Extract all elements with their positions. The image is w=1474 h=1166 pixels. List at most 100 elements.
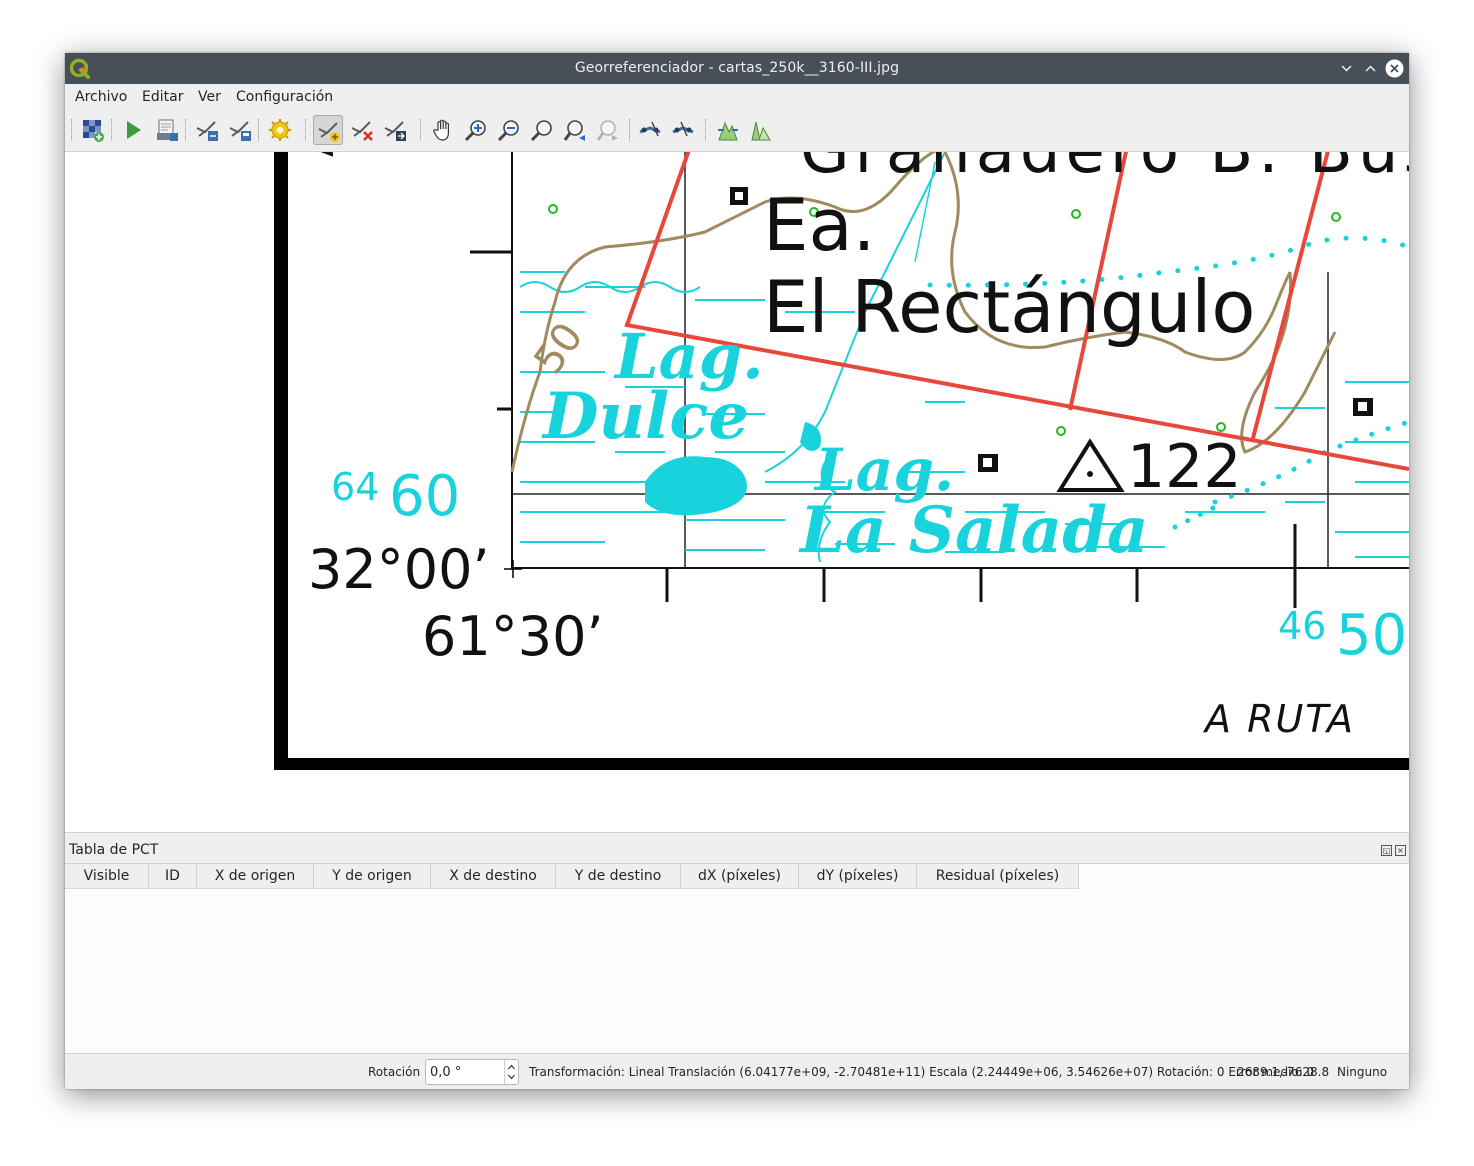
toolbar-separator [185, 119, 188, 141]
label-elevation: 122 [1127, 432, 1242, 502]
dotted-boundary-3 [1172, 504, 1218, 530]
gcp-table[interactable]: Visible ID X de origen Y de origen X de … [65, 863, 1409, 1053]
load-gcp-points-button[interactable] [192, 115, 222, 145]
transformation-settings-button[interactable] [265, 115, 295, 145]
pan-button[interactable] [428, 115, 458, 145]
title-bar: Georreferenciador - cartas_250k__3160-II… [65, 53, 1409, 84]
label-granadero: Granadero B. Bustos [800, 152, 1409, 188]
maximize-icon[interactable] [1361, 59, 1380, 78]
dock-close-icon[interactable]: × [1395, 845, 1406, 856]
toolbar [65, 111, 1409, 152]
move-gcp-point-icon [384, 121, 406, 141]
panel-splitter[interactable] [65, 832, 1409, 839]
col-dx[interactable]: dX (píxeles) [681, 864, 799, 889]
toolbar-separator [420, 119, 423, 141]
window-title: Georreferenciador - cartas_250k__3160-II… [574, 60, 900, 76]
start-georeferencing-button[interactable] [118, 115, 148, 145]
wavy-stream [519, 281, 701, 293]
col-x-destino[interactable]: X de destino [431, 864, 556, 889]
zoom-to-layer-icon [530, 120, 552, 142]
delete-point-icon [351, 121, 373, 141]
transform-info: Transformación: Lineal Translación (6.04… [529, 1065, 1315, 1079]
col-id[interactable]: ID [149, 864, 197, 889]
zoom-out-button[interactable] [494, 115, 524, 145]
start-georeferencing-icon [127, 121, 141, 139]
pan-icon [433, 119, 449, 141]
map-canvas[interactable]: Granadero B. Bustos Ea. El Rectángulo La… [65, 152, 1409, 832]
menu-archivo[interactable]: Archivo [71, 84, 131, 111]
spin-up-down-icon[interactable] [505, 1060, 518, 1084]
label-longitude: 61°30’ [422, 605, 604, 668]
col-y-destino[interactable]: Y de destino [556, 864, 681, 889]
col-visible[interactable]: Visible [65, 864, 149, 889]
close-icon[interactable] [1385, 59, 1404, 78]
menu-configuracion[interactable]: Configuración [232, 84, 337, 111]
rotation-spinbox[interactable]: 0,0 ° [425, 1059, 519, 1085]
add-point-button[interactable] [313, 115, 343, 145]
label-grid-right-big: 50 [1336, 603, 1407, 668]
local-histogram-stretch-button[interactable] [746, 115, 776, 145]
link-qgis-button[interactable] [668, 115, 698, 145]
toolbar-separator [705, 119, 708, 141]
status-bar: Rotación 0,0 ° Transformación: Lineal Tr… [65, 1053, 1409, 1089]
minimize-icon[interactable] [1337, 59, 1356, 78]
zoom-next-button[interactable] [593, 115, 623, 145]
link-georeferencer-icon [639, 121, 661, 137]
col-y-origen[interactable]: Y de origen [314, 864, 431, 889]
label-grid-left-big: 60 [389, 464, 460, 529]
label-rectangulo: El Rectángulo [763, 265, 1255, 349]
open-raster-icon [83, 120, 104, 142]
toolbar-handle[interactable] [71, 119, 74, 141]
open-raster-button[interactable] [78, 115, 108, 145]
label-latitude: 32°00’ [308, 538, 490, 601]
col-residual[interactable]: Residual (píxeles) [917, 864, 1079, 889]
georeferencer-window: Georreferenciador - cartas_250k__3160-II… [65, 53, 1409, 1089]
zoom-in-icon [464, 120, 486, 142]
zoom-in-button[interactable] [461, 115, 491, 145]
raster-map[interactable]: Granadero B. Bustos Ea. El Rectángulo La… [65, 152, 1409, 832]
menu-editar[interactable]: Editar [138, 84, 187, 111]
elevation-point [1087, 471, 1093, 477]
link-georeferencer-button[interactable] [635, 115, 665, 145]
toolbar-separator [258, 119, 261, 141]
label-la-salada: La Salada [798, 493, 1148, 568]
label-left-letter: A [297, 152, 343, 157]
toolbar-separator [111, 119, 114, 141]
label-dulce: Dulce [541, 379, 749, 454]
zoom-last-button[interactable] [560, 115, 590, 145]
move-gcp-point-button[interactable] [380, 115, 410, 145]
menu-ver[interactable]: Ver [194, 84, 225, 111]
delete-point-button[interactable] [347, 115, 377, 145]
rotation-label: Rotación [368, 1065, 421, 1079]
dock-float-icon[interactable]: ◱ [1381, 845, 1392, 856]
spin-arrows[interactable] [504, 1060, 518, 1084]
local-histogram-stretch-icon [751, 121, 771, 141]
zoom-out-icon [497, 120, 519, 142]
zoom-to-layer-button[interactable] [527, 115, 557, 145]
load-gcp-points-icon [196, 121, 218, 141]
toolbar-separator [305, 119, 308, 141]
generate-gdal-script-button[interactable] [152, 115, 182, 145]
label-ea: Ea. [763, 183, 876, 267]
label-grid-left-small: 64 [331, 465, 379, 509]
col-x-origen[interactable]: X de origen [197, 864, 314, 889]
gcp-dock-title: Tabla de PCT ◱ × [65, 839, 1409, 863]
link-qgis-icon [672, 121, 694, 137]
rotation-value[interactable]: 0,0 ° [430, 1065, 461, 1080]
map-frame-left [274, 152, 288, 770]
transformation-settings-icon [269, 119, 291, 141]
crosshair-cursor [504, 560, 522, 578]
elevation-triangle [1056, 438, 1125, 492]
save-gcp-points-button[interactable] [225, 115, 255, 145]
crs-label[interactable]: Ninguno [1337, 1065, 1387, 1079]
generate-gdal-script-icon [157, 119, 178, 141]
full-histogram-stretch-button[interactable] [713, 115, 743, 145]
gcp-table-header: Visible ID X de origen Y de origen X de … [65, 864, 1079, 889]
save-gcp-points-icon [229, 121, 251, 141]
gcp-table-title: Tabla de PCT [69, 842, 159, 858]
zoom-next-icon [596, 120, 618, 141]
add-point-icon [318, 122, 340, 142]
full-histogram-stretch-icon [718, 121, 738, 141]
col-dy[interactable]: dY (píxeles) [799, 864, 917, 889]
zoom-last-icon [563, 120, 585, 141]
